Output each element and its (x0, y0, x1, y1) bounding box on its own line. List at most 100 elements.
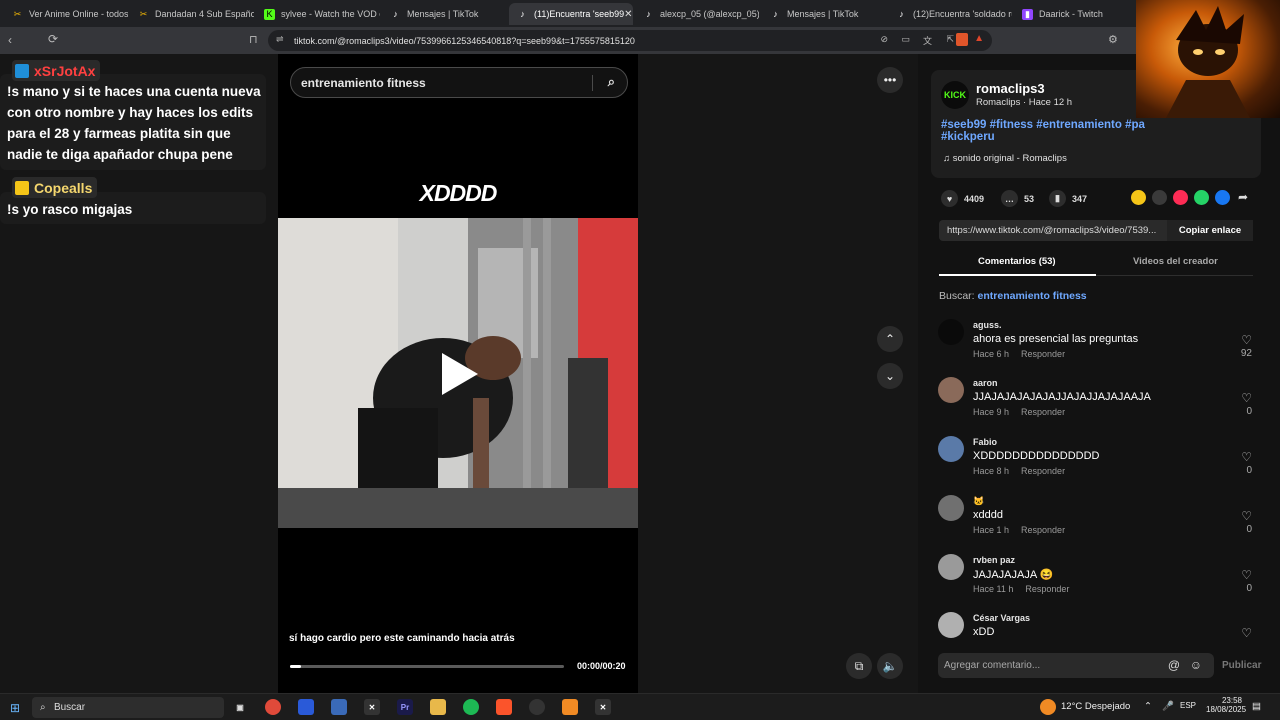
comment-item: rvben paz JAJAJAJAJA 😆 Hace 11 h Responde… (938, 554, 1254, 612)
copy-link-button[interactable]: Copiar enlace (1167, 220, 1253, 241)
windows-start-icon[interactable]: ⊞ (10, 701, 20, 715)
emoji-icon[interactable]: ☺ (1190, 658, 1202, 672)
twitter-badge-icon (15, 63, 29, 78)
tab-creator-videos[interactable]: Videos del creador (1133, 256, 1218, 267)
file-manager-icon[interactable] (331, 699, 347, 715)
brave-shield-icon[interactable] (956, 33, 968, 46)
like-stat[interactable]: ♥ 4409 (941, 190, 984, 207)
video-link-field[interactable]: https://www.tiktok.com/@romaclips3/video… (939, 220, 1253, 241)
post-hashtags[interactable]: #seeb99 #fitness #entrenamiento #pa #kick… (941, 119, 1145, 143)
capcut-icon[interactable]: ✕ (364, 699, 380, 715)
task-view-icon[interactable]: ▣ (232, 699, 248, 715)
more-options-icon[interactable]: ••• (877, 67, 903, 93)
author-avatar[interactable]: KICK (941, 81, 969, 109)
brave-icon[interactable] (496, 699, 512, 715)
spotify-icon[interactable] (463, 699, 479, 715)
video-progress-bar[interactable] (290, 665, 564, 668)
heart-outline-icon[interactable]: ♡ (1241, 333, 1252, 347)
comment-search-hint[interactable]: Buscar: entrenamiento fitness (939, 290, 1087, 302)
share-page-icon[interactable]: ⇱ (946, 34, 954, 45)
app-shield-icon[interactable] (298, 699, 314, 715)
obs-icon[interactable] (529, 699, 545, 715)
heart-outline-icon[interactable]: ♡ (1241, 626, 1252, 638)
mention-icon[interactable]: @ (1168, 658, 1180, 672)
back-icon[interactable]: ‹ (8, 33, 12, 47)
repost-icon[interactable] (1131, 190, 1146, 205)
browser-tab-bar: ✂ Ver Anime Online - todos ✂ Dandadan 4 Su… (0, 0, 1280, 27)
reply-button[interactable]: Responder (1021, 349, 1065, 359)
heart-outline-icon[interactable]: ♡ (1241, 391, 1252, 405)
comment-stat[interactable]: … 53 (1001, 190, 1034, 207)
save-stat[interactable]: ▮ 347 (1049, 190, 1087, 207)
prev-video-chevron-up-icon[interactable]: ⌃ (877, 326, 903, 352)
extensions-icon[interactable]: ⚙ (1108, 33, 1118, 46)
post-sound[interactable]: ♫ sonido original - Romaclips (943, 153, 1067, 164)
bookmark-icon[interactable]: ⊓ (249, 33, 258, 46)
video-overlay-text: XDDDD (419, 180, 498, 206)
tab-comments[interactable]: Comentarios (53) (978, 256, 1056, 267)
avatar[interactable] (938, 436, 964, 462)
tab-tiktok-search-active[interactable]: ♪ (11)Encuentra 'seeb99 ✕ (509, 3, 633, 25)
send-to-friends-icon[interactable] (1173, 190, 1188, 205)
tab-ver-anime[interactable]: ✂ Ver Anime Online - todos (4, 3, 128, 25)
reload-icon[interactable]: ⟳ (48, 32, 58, 46)
avatar[interactable] (938, 319, 964, 345)
premiere-icon[interactable]: Pr (397, 699, 413, 715)
embed-icon[interactable] (1152, 190, 1167, 205)
taskbar-search[interactable]: ⌕ Buscar (32, 697, 224, 718)
close-tab-icon[interactable]: ✕ (624, 9, 632, 20)
clock[interactable]: 23:58 18/08/2025 (1206, 696, 1246, 714)
avatar[interactable] (938, 495, 964, 521)
tab-tiktok-messages[interactable]: ♪ Mensajes | TikTok (382, 3, 506, 25)
microphone-icon[interactable]: 🎤 (1162, 701, 1174, 712)
reply-button[interactable]: Responder (1021, 525, 1065, 535)
weather-text[interactable]: 12°C Despejado (1061, 701, 1130, 712)
next-video-chevron-down-icon[interactable]: ⌄ (877, 363, 903, 389)
publish-button[interactable]: Publicar (1222, 660, 1261, 671)
tab-tiktok-messages-2[interactable]: ♪ Mensajes | TikTok (762, 3, 886, 25)
cast-icon[interactable]: ▭ (901, 34, 910, 45)
heart-outline-icon[interactable]: ♡ (1241, 450, 1252, 464)
folder-icon[interactable] (430, 699, 446, 715)
heart-outline-icon[interactable]: ♡ (1241, 509, 1252, 523)
tab-dandadan[interactable]: ✂ Dandadan 4 Sub Español (130, 3, 254, 25)
facebook-icon[interactable] (1215, 190, 1230, 205)
pip-icon[interactable]: ⧉ (846, 653, 872, 679)
chrome-icon[interactable] (265, 699, 281, 715)
tab-alexcp[interactable]: ♪ alexcp_05 (@alexcp_05) | (635, 3, 759, 25)
site-info-icon[interactable]: ⇌ (276, 34, 284, 45)
author-name[interactable]: romaclips3 (976, 81, 1045, 96)
translate-icon[interactable]: 文 (923, 34, 932, 47)
heart-outline-icon[interactable]: ♡ (1241, 568, 1252, 582)
tab-sylvee-vod[interactable]: Ksylvee - Watch the VOD o (256, 3, 380, 25)
language-indicator[interactable]: ESP (1180, 701, 1196, 710)
brave-rewards-icon[interactable]: ▲ (974, 33, 984, 44)
tracking-icon[interactable]: ⊘ (880, 34, 888, 45)
vlc-icon[interactable] (562, 699, 578, 715)
capcut-icon-2[interactable]: ✕ (595, 699, 611, 715)
search-icon[interactable]: ⌕ (608, 74, 615, 90)
whatsapp-icon[interactable] (1194, 190, 1209, 205)
volume-icon[interactable]: 🔈 (877, 653, 903, 679)
tiktok-search-input[interactable]: entrenamiento fitness ⌕ (290, 67, 628, 98)
avatar[interactable] (938, 612, 964, 638)
tab-tiktok-search-2[interactable]: ♪ (12)Encuentra 'soldado ru (888, 3, 1012, 25)
comment-item: 🐱 xdddd Hace 1 h Responder ♡ 0 (938, 495, 1254, 553)
avatar[interactable] (938, 554, 964, 580)
url-field[interactable]: ⇌ tiktok.com/@romaclips3/video/753996612… (268, 30, 992, 51)
play-icon[interactable] (442, 353, 478, 395)
reply-button[interactable]: Responder (1021, 407, 1065, 417)
tray-chevron-up-icon[interactable]: ⌃ (1144, 701, 1152, 712)
avatar[interactable] (938, 377, 964, 403)
add-comment-input[interactable]: Agregar comentario... @ ☺ (938, 653, 1214, 678)
notifications-icon[interactable]: ▤ (1252, 701, 1261, 712)
reply-button[interactable]: Responder (1021, 466, 1065, 476)
video-frame[interactable] (278, 218, 638, 528)
share-arrow-icon[interactable]: ➦ (1238, 190, 1248, 204)
address-bar-row: ‹ ⟳ ⊓ ⇌ tiktok.com/@romaclips3/video/753… (0, 27, 1280, 54)
comment-item: aguss. ahora es presencial las preguntas… (938, 319, 1254, 377)
tab-twitch[interactable]: ▮ Daarick - Twitch (1014, 3, 1136, 25)
tiktok-favicon-icon: ♪ (393, 8, 398, 19)
search-divider (592, 75, 593, 91)
reply-button[interactable]: Responder (1025, 584, 1069, 594)
